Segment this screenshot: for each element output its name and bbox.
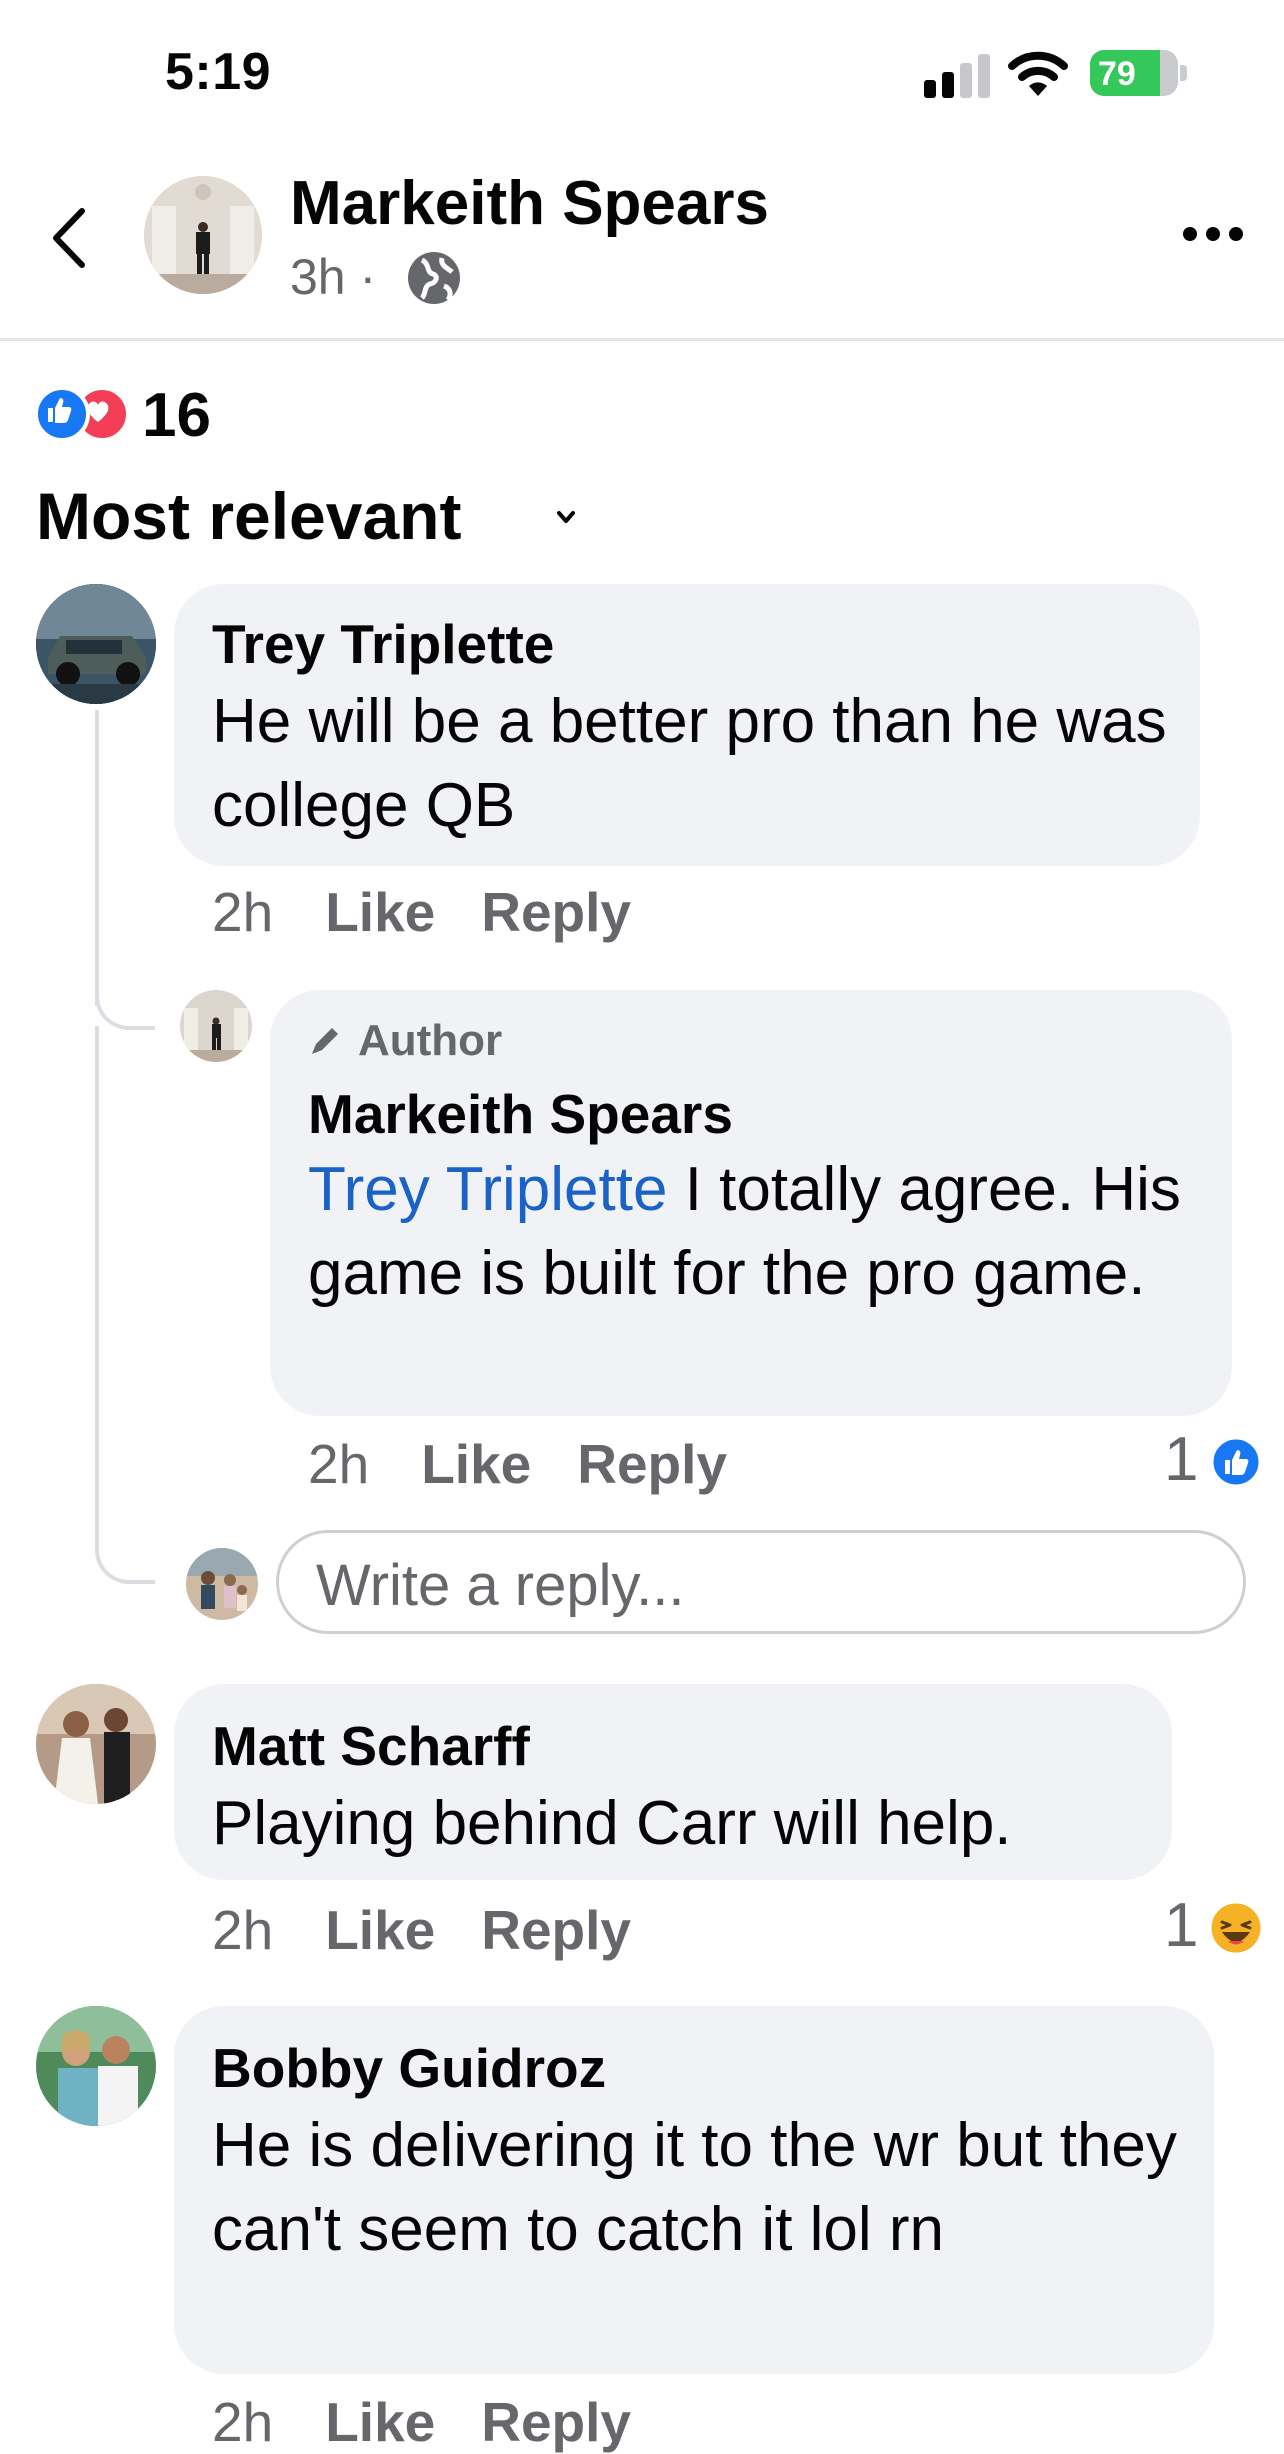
comment-time: 2h [212, 881, 274, 943]
author-badge: Author [358, 1016, 503, 1065]
comment-text: He is delivering it to the wr but they c… [212, 2111, 1177, 2264]
reply-actions: 2h Like Reply [308, 1432, 773, 1496]
reply-avatar[interactable] [180, 990, 252, 1062]
like-icon [1210, 1436, 1262, 1488]
like-button[interactable]: Like [325, 2391, 435, 2453]
header-avatar[interactable] [144, 176, 262, 294]
thread-line [95, 1026, 99, 1546]
like-reaction-icon [34, 386, 90, 442]
commenter-name[interactable]: Markeith Spears [308, 1082, 733, 1146]
comment-actions: 2h Like Reply [212, 880, 677, 944]
reply-button[interactable]: Reply [481, 1899, 631, 1961]
pencil-icon [312, 1028, 338, 1054]
thread-connector [95, 1500, 155, 1584]
comment-text: Playing behind Carr will help. [212, 1789, 1012, 1858]
commenter-name[interactable]: Matt Scharff [212, 1714, 530, 1778]
reply-time: 2h [308, 1433, 370, 1495]
haha-icon [1208, 1900, 1264, 1956]
chevron-down-icon[interactable] [556, 510, 576, 524]
like-button[interactable]: Like [325, 881, 435, 943]
reply-button[interactable]: Reply [577, 1433, 727, 1495]
mention-link[interactable]: Trey Triplette [308, 1155, 667, 1224]
commenter-name[interactable]: Bobby Guidroz [212, 2036, 606, 2100]
header-divider [0, 338, 1284, 341]
more-options-icon[interactable] [1182, 224, 1244, 244]
reaction-count[interactable]: 1 [1164, 1890, 1198, 1961]
status-time: 5:19 [165, 43, 272, 101]
commenter-avatar[interactable] [36, 584, 156, 704]
battery-percent: 79 [1098, 55, 1136, 93]
comment-time: 2h [212, 2391, 274, 2453]
commenter-avatar[interactable] [36, 2006, 156, 2126]
thread-connector [95, 960, 155, 1030]
sort-label[interactable]: Most relevant [36, 478, 461, 554]
reply-button[interactable]: Reply [481, 881, 631, 943]
wifi-icon [1008, 51, 1068, 96]
reply-input-placeholder: Write a reply... [316, 1553, 685, 1618]
like-button[interactable]: Like [325, 1899, 435, 1961]
post-time: 3h [290, 249, 346, 305]
reply-button[interactable]: Reply [481, 2391, 631, 2453]
comment-time: 2h [212, 1899, 274, 1961]
like-button[interactable]: Like [421, 1433, 531, 1495]
meta-separator: · [359, 249, 377, 305]
commenter-name[interactable]: Trey Triplette [212, 612, 554, 676]
battery-indicator: 79 [1090, 50, 1190, 96]
comment-text: He will be a better pro than he was coll… [212, 687, 1167, 840]
post-meta: 3h · [290, 248, 376, 306]
back-chevron-icon[interactable] [48, 205, 88, 271]
cellular-signal-icon [924, 54, 990, 98]
globe-icon [408, 252, 460, 304]
current-user-avatar [186, 1548, 258, 1620]
reaction-count: 16 [142, 381, 211, 450]
comment-actions: 2h Like Reply [212, 1898, 677, 1962]
comment-actions: 2h Like Reply [212, 2390, 677, 2454]
post-author-name[interactable]: Markeith Spears [290, 168, 769, 239]
commenter-avatar[interactable] [36, 1684, 156, 1804]
reaction-count[interactable]: 1 [1164, 1424, 1198, 1495]
reply-text: Trey Triplette I totally agree. His game… [308, 1148, 1208, 1316]
